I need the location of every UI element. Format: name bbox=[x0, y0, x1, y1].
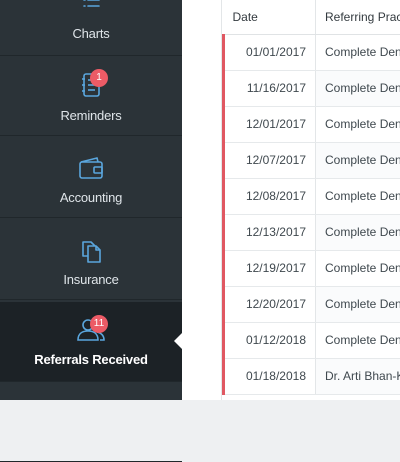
sidebar-item-accounting[interactable]: Accounting bbox=[0, 138, 182, 218]
table-row[interactable]: 12/08/2017Complete Dentistry bbox=[224, 178, 400, 214]
sidebar-item-insurance[interactable]: Insurance bbox=[0, 220, 182, 300]
notification-badge: 1 bbox=[90, 69, 108, 87]
sidebar-item-label: Reminders bbox=[0, 108, 182, 123]
list-icon bbox=[0, 0, 182, 20]
table-header-row: Date Referring Practice bbox=[224, 0, 400, 34]
sidebar-item-reminders[interactable]: 1 Reminders bbox=[0, 56, 182, 136]
practice-cell: Complete Dentistry bbox=[316, 250, 400, 286]
sidebar-item-next[interactable] bbox=[0, 382, 182, 462]
table-row[interactable]: 12/20/2017Complete Dentistry bbox=[224, 286, 400, 322]
documents-icon bbox=[0, 236, 182, 266]
referrals-table-container[interactable]: Date Referring Practice 01/01/2017Comple… bbox=[221, 0, 400, 400]
sidebar-item-referrals-received[interactable]: 11 Referrals Received bbox=[0, 302, 182, 382]
sidebar-item-label: Insurance bbox=[0, 272, 182, 287]
date-cell: 12/07/2017 bbox=[224, 142, 316, 178]
table-row[interactable]: 01/12/2018Complete Dentistry bbox=[224, 322, 400, 358]
table-row[interactable]: 01/18/2018Dr. Arti Bhan-Kachroo bbox=[224, 358, 400, 394]
date-cell: 12/19/2017 bbox=[224, 250, 316, 286]
sidebar: Charts 1 Reminders bbox=[0, 0, 182, 400]
date-cell: 01/12/2018 bbox=[224, 322, 316, 358]
date-cell: 12/13/2017 bbox=[224, 214, 316, 250]
sidebar-item-charts[interactable]: Charts bbox=[0, 0, 182, 56]
date-cell: 01/18/2018 bbox=[224, 358, 316, 394]
wallet-icon bbox=[0, 154, 182, 184]
practice-cell: Complete Dentistry bbox=[316, 322, 400, 358]
practice-cell: Complete Dentistry bbox=[316, 106, 400, 142]
practice-cell: Complete Dentistry bbox=[316, 214, 400, 250]
referrals-table: Date Referring Practice 01/01/2017Comple… bbox=[222, 0, 400, 395]
sidebar-item-label: Referrals Received bbox=[0, 352, 182, 367]
practice-cell: Complete Dentistry bbox=[316, 286, 400, 322]
date-cell: 12/20/2017 bbox=[224, 286, 316, 322]
table-row[interactable]: 12/19/2017Complete Dentistry bbox=[224, 250, 400, 286]
practice-cell: Dr. Arti Bhan-Kachroo bbox=[316, 358, 400, 394]
date-cell: 01/01/2017 bbox=[224, 34, 316, 70]
content-gutter bbox=[182, 0, 200, 400]
notification-badge: 11 bbox=[90, 315, 108, 333]
table-row[interactable]: 12/13/2017Complete Dentistry bbox=[224, 214, 400, 250]
date-cell: 12/08/2017 bbox=[224, 178, 316, 214]
sidebar-item-label: Charts bbox=[0, 26, 182, 41]
date-cell: 12/01/2017 bbox=[224, 106, 316, 142]
sidebar-item-label: Accounting bbox=[0, 190, 182, 205]
table-row[interactable]: 12/01/2017Complete Dentistry bbox=[224, 106, 400, 142]
date-cell: 11/16/2017 bbox=[224, 70, 316, 106]
table-row[interactable]: 01/01/2017Complete Dentistry bbox=[224, 34, 400, 70]
practice-cell: Complete Dentistry bbox=[316, 178, 400, 214]
column-header-referring-practice[interactable]: Referring Practice bbox=[316, 0, 400, 34]
table-row[interactable]: 12/07/2017Complete Dentistry bbox=[224, 142, 400, 178]
practice-cell: Complete Dentistry bbox=[316, 70, 400, 106]
practice-cell: Complete Dentistry bbox=[316, 142, 400, 178]
practice-cell: Complete Dentistry bbox=[316, 34, 400, 70]
column-header-date[interactable]: Date bbox=[224, 0, 316, 34]
table-row[interactable]: 11/16/2017Complete Dentistry bbox=[224, 70, 400, 106]
